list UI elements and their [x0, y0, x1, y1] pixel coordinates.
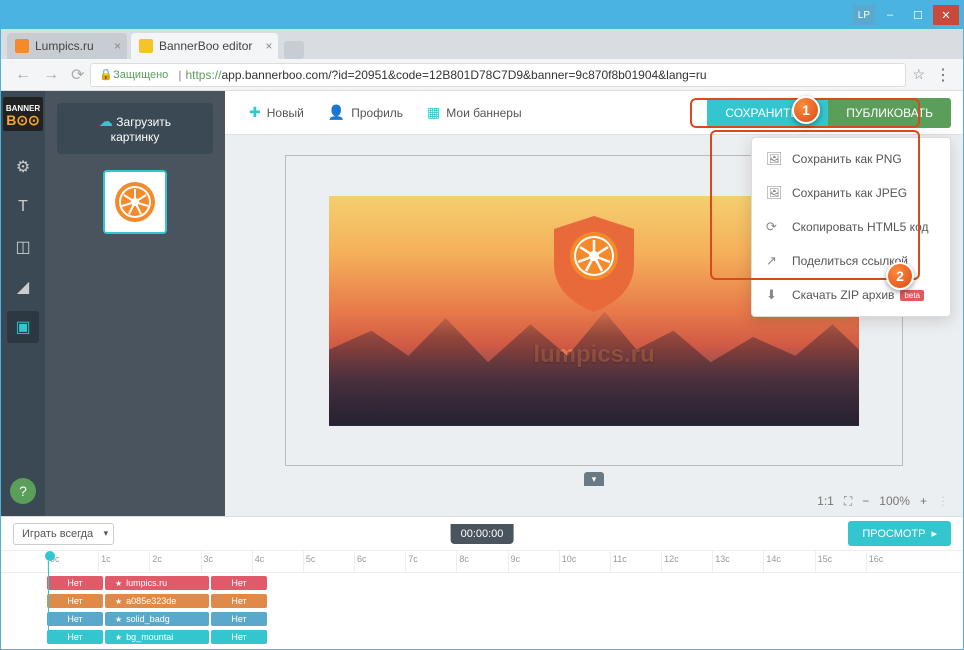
timeline-ruler[interactable]: 0c1c2c3c4c5c6c7c8c9c10c11c12c13c14c15c16…: [1, 551, 963, 573]
zoom-in-button[interactable]: +: [920, 494, 927, 508]
app-topbar: ✚Новый 👤Профиль ▦Мои баннеры СОХРАНИТЬ ▾…: [225, 91, 963, 135]
playhead-icon[interactable]: [45, 551, 55, 561]
save-jpeg-item[interactable]: 🖼Сохранить как JPEG: [752, 176, 950, 210]
forward-icon[interactable]: →: [37, 66, 65, 84]
close-icon[interactable]: ×: [114, 39, 121, 53]
image-icon: 🖼: [766, 151, 784, 167]
star-icon: ★: [115, 615, 122, 624]
shield-icon: [549, 214, 639, 314]
favicon-icon: [15, 39, 29, 53]
user-badge: LP: [853, 5, 875, 25]
callout-1: 1: [792, 96, 820, 124]
preview-button[interactable]: ПРОСМОТР ▸: [848, 521, 951, 546]
time-display: 00:00:00: [451, 524, 514, 544]
download-icon: ⬇: [766, 287, 784, 303]
banner-text[interactable]: lumpics.ru: [533, 341, 654, 369]
titlebar: LP – ☐ ✕: [1, 1, 963, 29]
download-zip-item[interactable]: ⬇Скачать ZIP архивbeta: [752, 278, 950, 312]
ratio-button[interactable]: 1:1: [817, 494, 834, 508]
timeline-rows: Нет★lumpics.ruНет Нет★a085e323deНет Нет★…: [1, 573, 963, 649]
copy-html5-item[interactable]: ⟳Скопировать HTML5 код: [752, 210, 950, 244]
code-icon: ⟳: [766, 219, 784, 235]
upload-image-button[interactable]: ☁ Загрузить картинку: [57, 103, 213, 154]
tab-title: Lumpics.ru: [35, 39, 94, 53]
save-dropdown: 🖼Сохранить как PNG 🖼Сохранить как JPEG ⟳…: [751, 137, 951, 317]
user-icon: 👤: [328, 104, 345, 121]
beta-badge: beta: [900, 290, 924, 301]
share-link-item[interactable]: ↗Поделиться ссылкой: [752, 244, 950, 278]
zoom-level: 100%: [879, 494, 910, 508]
profile-button[interactable]: 👤Профиль: [316, 104, 415, 121]
svg-text:B⊙⊙: B⊙⊙: [6, 112, 40, 128]
upload-label: Загрузить: [116, 115, 171, 129]
image-tool-icon[interactable]: ▣: [7, 311, 39, 343]
callout-2: 2: [886, 262, 914, 290]
save-png-item[interactable]: 🖼Сохранить как PNG: [752, 142, 950, 176]
lock-icon: 🔒 Защищено: [99, 68, 168, 81]
tab-bannerboo[interactable]: BannerBoo editor ×: [131, 33, 278, 59]
reload-icon[interactable]: ⟳: [65, 65, 90, 85]
minimize-button[interactable]: –: [877, 5, 903, 25]
back-icon[interactable]: ←: [9, 66, 37, 84]
publish-button[interactable]: ПУБЛИКОВАТЬ: [828, 98, 951, 128]
star-icon: ★: [115, 633, 122, 642]
help-button[interactable]: ?: [10, 478, 36, 504]
play-icon: ▸: [931, 527, 937, 540]
browser-tabs: Lumpics.ru × BannerBoo editor ×: [1, 29, 963, 59]
tab-title: BannerBoo editor: [159, 39, 252, 53]
tool-rail: BANNERB⊙⊙ ⚙ T ◫ ◢ ▣ ?: [1, 91, 45, 516]
zoom-bar: 1:1 ⛶ − 100% + ⋮: [225, 486, 963, 516]
settings-icon[interactable]: ⚙: [7, 151, 39, 183]
zoom-out-button[interactable]: −: [862, 494, 869, 508]
share-icon: ↗: [766, 253, 784, 269]
close-icon[interactable]: ×: [265, 39, 272, 53]
cloud-icon: ☁: [99, 113, 113, 129]
url-scheme: https://: [185, 68, 221, 82]
timeline-row[interactable]: Нет★lumpics.ruНет: [1, 575, 963, 591]
image-icon: 🖼: [766, 185, 784, 201]
fill-tool-icon[interactable]: ◢: [7, 271, 39, 303]
url-input[interactable]: 🔒 Защищено | https:// app.bannerboo.com/…: [90, 63, 906, 87]
tab-lumpics[interactable]: Lumpics.ru ×: [7, 33, 127, 59]
canvas-handle[interactable]: ▾: [584, 472, 604, 486]
bookmark-icon[interactable]: ☆: [906, 66, 931, 83]
timeline: Играть всегда 00:00:00 ПРОСМОТР ▸ 0c1c2c…: [1, 516, 963, 649]
url-text: app.bannerboo.com/?id=20951&code=12B801D…: [221, 68, 706, 82]
orange-icon: [114, 181, 156, 223]
side-panel: ☁ Загрузить картинку: [45, 91, 225, 516]
shape-tool-icon[interactable]: ◫: [7, 231, 39, 263]
star-icon: ★: [115, 579, 122, 588]
timeline-row[interactable]: Нет★bg_mountaiНет: [1, 629, 963, 645]
banners-button[interactable]: ▦Мои баннеры: [415, 104, 534, 121]
fit-icon[interactable]: ⛶: [844, 494, 852, 509]
star-icon: ★: [115, 597, 122, 606]
address-bar: ← → ⟳ 🔒 Защищено | https:// app.bannerbo…: [1, 59, 963, 91]
canvas-area: ✚Новый 👤Профиль ▦Мои баннеры СОХРАНИТЬ ▾…: [225, 91, 963, 516]
timeline-row[interactable]: Нет★a085e323deНет: [1, 593, 963, 609]
timeline-row[interactable]: Нет★solid_badgНет: [1, 611, 963, 627]
image-thumbnail[interactable]: [103, 170, 167, 234]
browser-menu-icon[interactable]: ⋮: [931, 65, 955, 85]
play-mode-select[interactable]: Играть всегда: [13, 523, 114, 545]
app-logo: BANNERB⊙⊙: [1, 91, 45, 147]
favicon-icon: [139, 39, 153, 53]
grid-icon: ▦: [427, 104, 440, 121]
upload-label-2: картинку: [111, 130, 160, 144]
text-tool-icon[interactable]: T: [7, 191, 39, 223]
new-tab-button[interactable]: [284, 41, 304, 59]
new-button[interactable]: ✚Новый: [237, 104, 316, 121]
maximize-button[interactable]: ☐: [905, 5, 931, 25]
close-button[interactable]: ✕: [933, 5, 959, 25]
plus-icon: ✚: [249, 104, 261, 121]
